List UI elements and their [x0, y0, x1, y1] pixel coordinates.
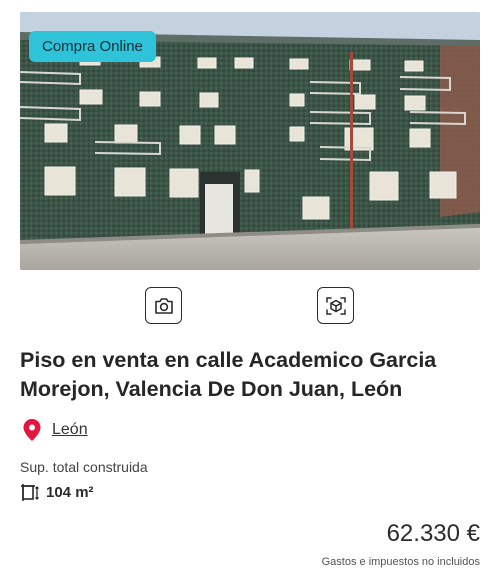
location-pin-icon — [23, 419, 41, 441]
online-purchase-badge: Compra Online — [29, 31, 156, 62]
location-link[interactable]: León — [52, 421, 88, 439]
camera-icon — [154, 297, 173, 314]
virtual-tour-button[interactable] — [317, 287, 354, 324]
surface-row: 104 m² — [20, 482, 94, 502]
photos-button[interactable] — [145, 287, 182, 324]
area-icon — [21, 484, 39, 501]
surface-value: 104 m² — [46, 483, 94, 501]
surface-label: Sup. total construida — [20, 459, 148, 475]
price-note: Gastos e impuestos no incluidos — [321, 556, 480, 568]
price: 62.330 € — [386, 520, 480, 547]
listing-title[interactable]: Piso en venta en calle Academico Garcia … — [20, 346, 485, 404]
location-row: León — [22, 418, 88, 442]
virtual-tour-icon — [325, 296, 346, 315]
